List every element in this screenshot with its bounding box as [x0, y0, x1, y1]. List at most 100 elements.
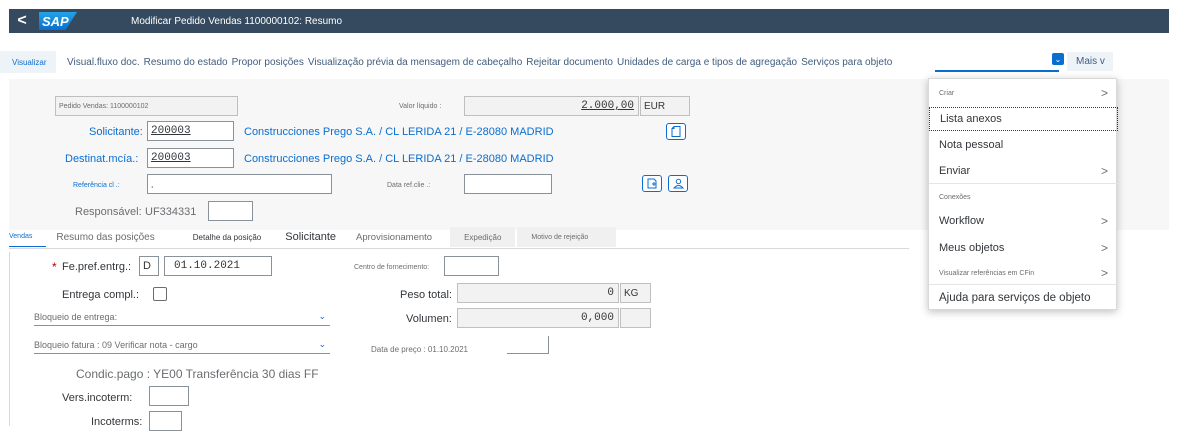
submenu-arrow-icon: >	[1100, 164, 1108, 178]
fe-pref-type-input[interactable]: D	[139, 256, 159, 276]
menu-item-criar-label: Criar	[939, 89, 955, 97]
menu-item-meus-objetos[interactable]: Meus objetos >	[929, 236, 1118, 260]
incoterms-label: Incoterms:	[91, 416, 143, 428]
peso-unit: KG	[624, 287, 639, 299]
menu-item-lista-anexos[interactable]: Lista anexos	[929, 107, 1118, 131]
sap-logo: SAP	[39, 12, 77, 30]
peso-field: 0	[457, 283, 619, 303]
referencia-label: Referência cl .:	[73, 182, 120, 189]
pedido-vendas-label: Pedido Vendas: 1100000102	[59, 102, 149, 110]
submenu-arrow-icon: >	[1100, 86, 1108, 100]
responsavel-value: UF334331	[145, 206, 197, 218]
document-icon[interactable]	[666, 123, 686, 140]
tab-expedicao[interactable]: Expedição	[450, 227, 516, 247]
toolbar-link-propor[interactable]: Propor posições	[232, 57, 304, 68]
toolbar-link-fluxo[interactable]: Visual.fluxo doc.	[67, 57, 140, 68]
toolbar-link-unidades[interactable]: Unidades de carga e tipos de agregação	[617, 57, 797, 68]
volumen-value: 0,000	[580, 312, 614, 324]
data-preco-label: Data de preço : 01.10.2021	[371, 345, 468, 354]
submenu-arrow-icon: >	[1100, 241, 1108, 255]
tab-resumo-posicoes[interactable]: Resumo das posições	[46, 227, 182, 247]
condic-pago-text: Condic.pago : YE00 Transferência 30 dias…	[76, 367, 319, 381]
tab-motivo-rejeicao[interactable]: Motivo de rejeição	[517, 227, 617, 247]
fe-pref-label: Fe.pref.entrg.:	[62, 261, 132, 273]
menu-item-lista-anexos-label: Lista anexos	[940, 113, 1002, 125]
tab-vendas[interactable]: Vendas	[9, 227, 47, 247]
services-dropdown[interactable]	[935, 52, 1059, 72]
responsavel-label: Responsável:	[75, 206, 142, 218]
fe-pref-date-input[interactable]: 01.10.2021	[164, 256, 272, 276]
fe-pref-date-value: 01.10.2021	[174, 260, 241, 272]
destinat-input[interactable]: 200003	[147, 148, 234, 168]
data-preco-input[interactable]	[507, 336, 549, 354]
dropdown-chevron-icon[interactable]: ⌄	[1052, 53, 1064, 65]
required-marker: *	[52, 260, 57, 274]
destinat-value: 200003	[151, 152, 191, 164]
toolbar-link-rejeitar[interactable]: Rejeitar documento	[526, 57, 613, 68]
moeda-value: EUR	[644, 100, 666, 112]
back-icon[interactable]: <	[9, 9, 35, 33]
toolbar-link-servicos[interactable]: Serviços para objeto	[801, 57, 892, 68]
centro-label: Centro de fornecimento:	[354, 264, 430, 271]
tab-solicitante[interactable]: Solicitante	[275, 227, 346, 247]
menu-item-meus-objetos-label: Meus objetos	[939, 242, 1005, 254]
bloqueio-fatura-dropdown[interactable]: Bloqueio fatura : 09 Verificar nota - ca…	[34, 336, 330, 354]
toolbar-links: Visual.fluxo doc. Resumo do estado Propo…	[67, 57, 892, 68]
menu-item-ajuda-servicos[interactable]: Ajuda para serviços de objeto	[929, 286, 1118, 310]
moeda-field: EUR	[640, 96, 690, 116]
menu-item-workflow-label: Workflow	[939, 215, 985, 227]
tab-aprovisionamento[interactable]: Aprovisionamento	[346, 227, 450, 247]
destinat-text[interactable]: Construcciones Prego S.A. / CL LERIDA 21…	[244, 153, 554, 165]
incoterms-input[interactable]	[149, 411, 182, 431]
pedido-vendas-field: Pedido Vendas: 1100000102	[55, 96, 238, 116]
toolbar-link-previa[interactable]: Visualização prévia da mensagem de cabeç…	[308, 57, 522, 68]
object-toolbar: Visualizar Visual.fluxo doc. Resumo do e…	[0, 51, 1167, 73]
entrega-label: Entrega compl.:	[62, 289, 140, 301]
menu-item-referencias-cfin-label: Visualizar referências em CFin	[939, 269, 1035, 277]
bloqueio-entrega-dropdown[interactable]: Bloqueio de entrega: ⌄	[34, 308, 330, 326]
solicitante-value: 200003	[151, 125, 191, 137]
vers-incoterm-input[interactable]	[149, 386, 189, 406]
person-edit-icon[interactable]	[668, 175, 688, 192]
tab-strip: Vendas Resumo das posições Detalhe da po…	[9, 227, 909, 247]
chevron-down-icon: ⌄	[318, 339, 326, 349]
responsavel-input[interactable]	[208, 201, 253, 221]
valor-liquido-field: 2.000,00	[464, 96, 639, 116]
volumen-label: Volumen:	[406, 313, 452, 325]
visualizar-button[interactable]: Visualizar	[0, 51, 56, 73]
valor-liquido-label: Valor líquido :	[399, 103, 442, 110]
menu-separator	[929, 183, 1118, 184]
menu-item-nota-pessoal[interactable]: Nota pessoal	[929, 133, 1118, 157]
destinat-label: Destinat.mcía.:	[65, 153, 139, 165]
mais-button[interactable]: Mais v	[1067, 52, 1113, 71]
tab-detalhe-posicao[interactable]: Detalhe da posição	[183, 227, 276, 247]
centro-input[interactable]	[444, 256, 499, 276]
fe-pref-type-value: D	[143, 260, 151, 272]
menu-item-criar[interactable]: Criar >	[929, 81, 1118, 105]
data-ref-input[interactable]	[464, 174, 552, 194]
solicitante-text[interactable]: Construcciones Prego S.A. / CL LERIDA 21…	[244, 126, 554, 138]
edit-document-icon[interactable]	[642, 175, 662, 192]
bloqueio-fatura-label: Bloqueio fatura : 09 Verificar nota - ca…	[34, 339, 198, 350]
toolbar-link-resumo-estado[interactable]: Resumo do estado	[144, 57, 228, 68]
menu-item-referencias-cfin[interactable]: Visualizar referências em CFin >	[929, 261, 1118, 285]
shell-bar: < SAP Modificar Pedido Vendas 1100000102…	[9, 9, 1169, 33]
volumen-field: 0,000	[457, 308, 619, 328]
solicitante-input[interactable]: 200003	[147, 121, 234, 141]
peso-unit-field: KG	[620, 283, 651, 303]
chevron-down-icon: ⌄	[318, 311, 326, 321]
menu-item-ajuda-servicos-label: Ajuda para serviços de objeto	[939, 292, 1091, 304]
menu-item-enviar-label: Enviar	[939, 165, 971, 177]
menu-heading-conexoes-label: Conexões	[939, 193, 971, 201]
peso-label: Peso total:	[400, 289, 452, 301]
menu-item-workflow[interactable]: Workflow >	[929, 209, 1118, 233]
entrega-checkbox[interactable]	[153, 287, 167, 301]
menu-item-enviar[interactable]: Enviar >	[929, 159, 1118, 183]
valor-liquido-value: 2.000,00	[581, 100, 634, 112]
volumen-unit-field	[620, 308, 651, 328]
referencia-input[interactable]: ¸	[147, 174, 332, 194]
menu-item-nota-pessoal-label: Nota pessoal	[939, 139, 1004, 151]
menu-separator	[929, 284, 1118, 285]
tab-divider	[9, 248, 909, 249]
referencia-value: ¸	[151, 179, 157, 189]
